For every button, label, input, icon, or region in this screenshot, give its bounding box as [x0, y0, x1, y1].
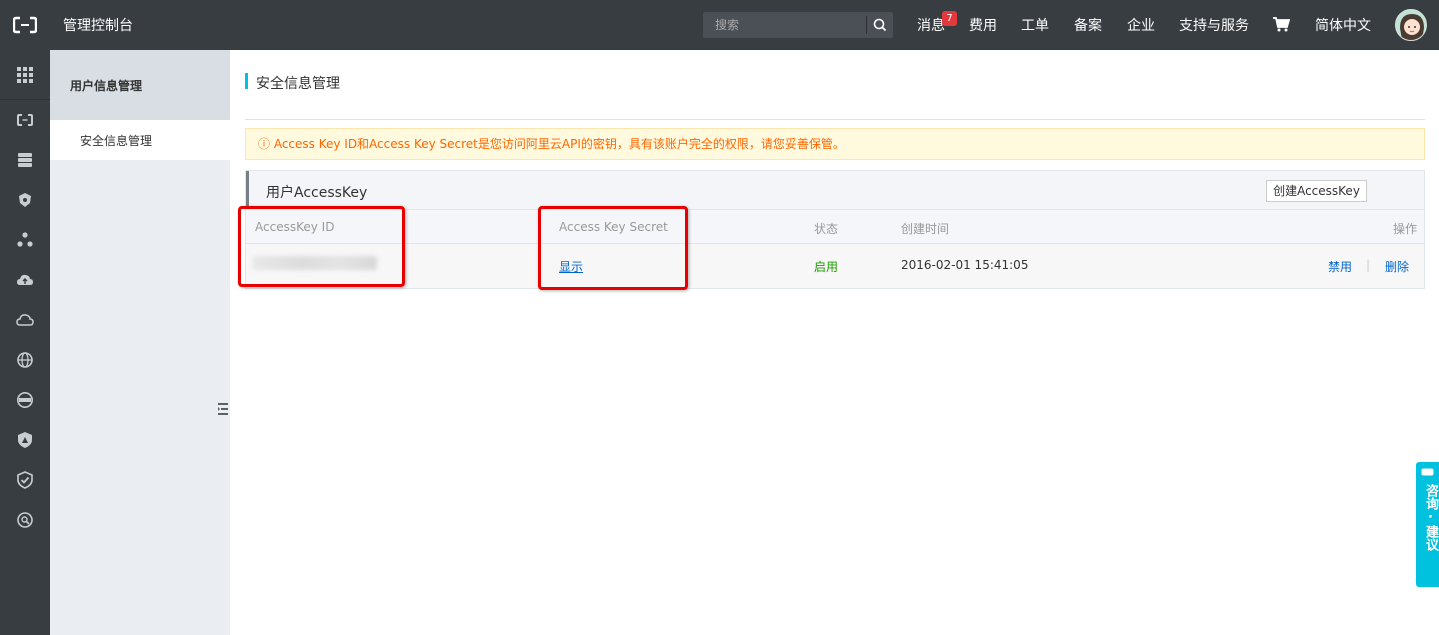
grid-icon[interactable]	[16, 66, 34, 84]
nav-enterprise[interactable]: 企业	[1127, 15, 1155, 35]
cluster-icon[interactable]	[16, 231, 34, 249]
page-title-accent	[245, 73, 248, 89]
aliyun-logo-icon[interactable]	[13, 16, 37, 34]
language-switch[interactable]: 简体中文	[1315, 15, 1371, 35]
cloud-icon[interactable]	[16, 311, 34, 329]
top-navbar: 管理控制台 消息 7 费用 工单 备案 企业 支持与服务 简体中文	[0, 0, 1439, 50]
table-row: 显示 启用 2016-02-01 15:41:05 禁用 | 删除	[246, 244, 1424, 288]
accesskey-panel: 用户AccessKey 创建AccessKey AccessKey ID Acc…	[245, 170, 1425, 289]
feedback-label: 咨询·建议	[1423, 484, 1438, 551]
highlight-accesskey-secret	[538, 206, 688, 290]
security-icon[interactable]	[16, 431, 34, 449]
created-time: 2016-02-01 15:41:05	[901, 258, 1029, 272]
col-header-status: 状态	[814, 222, 839, 236]
status-badge: 启用	[814, 260, 839, 274]
delete-link[interactable]: 删除	[1385, 258, 1409, 275]
nav-billing[interactable]: 费用	[969, 15, 997, 35]
highlight-accesskey-id	[238, 206, 405, 287]
cart-icon[interactable]	[1272, 15, 1290, 33]
secondary-sidebar: 用户信息管理 安全信息管理	[50, 50, 230, 635]
avatar-image	[1396, 10, 1426, 40]
sidebar-collapse-icon	[218, 403, 228, 415]
globe-icon[interactable]	[16, 351, 34, 369]
feedback-icon	[1421, 468, 1434, 476]
shield-bug-icon[interactable]	[16, 191, 34, 209]
accesskey-panel-header: 用户AccessKey 创建AccessKey	[246, 171, 1424, 209]
sidebar-item-security-info[interactable]: 安全信息管理	[50, 120, 230, 160]
sidebar-section-title: 用户信息管理	[70, 79, 143, 93]
sidebar-collapse-toggle[interactable]	[216, 384, 230, 434]
feedback-tab[interactable]: 咨询·建议	[1416, 462, 1439, 587]
table-header-row: AccessKey ID Access Key Secret 状态 创建时间 操…	[246, 209, 1424, 244]
warning-notice: ⓘ Access Key ID和Access Key Secret是您访问阿里云…	[245, 128, 1425, 160]
rail-divider	[0, 99, 50, 100]
action-separator: |	[1366, 258, 1371, 272]
brand-icon[interactable]	[16, 111, 34, 129]
panel-title: 用户AccessKey	[266, 185, 368, 201]
search-doc-icon[interactable]	[16, 511, 34, 529]
sidebar-section-header: 用户信息管理	[50, 50, 230, 120]
col-header-actions: 操作	[1393, 222, 1418, 236]
nav-support[interactable]: 支持与服务	[1179, 15, 1249, 35]
search-icon[interactable]	[867, 12, 893, 38]
user-avatar[interactable]	[1395, 9, 1427, 41]
nav-tickets[interactable]: 工单	[1021, 15, 1049, 35]
shield-check-icon[interactable]	[16, 471, 34, 489]
message-count-badge: 7	[942, 11, 957, 26]
nav-messages[interactable]: 消息	[917, 15, 945, 35]
server-icon[interactable]	[16, 151, 34, 169]
create-accesskey-button[interactable]: 创建AccessKey	[1266, 180, 1367, 202]
sidebar-item-label: 安全信息管理	[80, 134, 153, 148]
search-input[interactable]	[703, 12, 865, 38]
page-title: 安全信息管理	[256, 76, 340, 92]
col-header-created-time: 创建时间	[901, 222, 950, 236]
console-title[interactable]: 管理控制台	[63, 15, 133, 35]
nav-icp-filing[interactable]: 备案	[1074, 15, 1102, 35]
dns-icon[interactable]	[16, 391, 34, 409]
search-box	[703, 12, 893, 38]
cloud-upload-icon[interactable]	[16, 271, 34, 289]
product-icon-rail	[0, 50, 50, 635]
disable-link[interactable]: 禁用	[1328, 258, 1352, 275]
title-divider	[245, 119, 1425, 120]
